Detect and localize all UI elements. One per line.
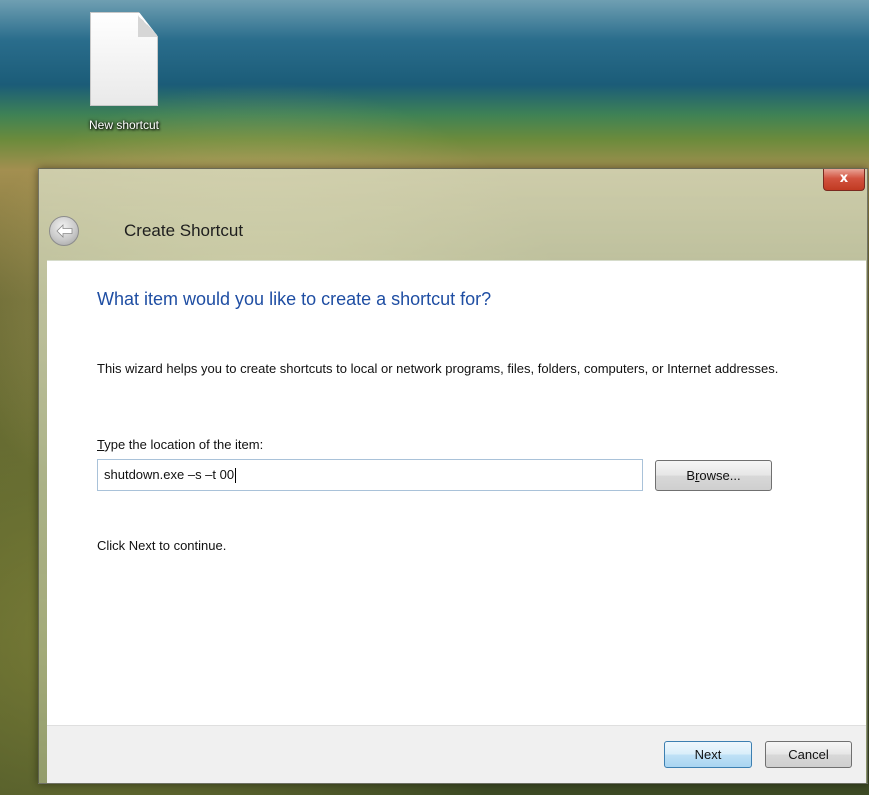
create-shortcut-window: x Create Shortcut What item would you li… <box>38 168 868 784</box>
browse-button[interactable]: Browse... <box>655 460 772 491</box>
wizard-footer: Next Cancel <box>47 725 866 783</box>
continue-instruction: Click Next to continue. <box>97 538 227 553</box>
window-title: Create Shortcut <box>124 221 244 240</box>
location-field-label: Type the location of the item: <box>97 437 263 452</box>
document-icon <box>90 12 158 106</box>
back-arrow-icon <box>56 224 73 238</box>
page-heading: What item would you like to create a sho… <box>97 289 492 309</box>
wizard-content: What item would you like to create a sho… <box>47 260 866 725</box>
back-button[interactable] <box>49 216 79 246</box>
document-fold <box>138 13 157 37</box>
browse-label-start: B <box>686 468 696 483</box>
desktop-shortcut-icon[interactable]: New shortcut <box>72 12 176 132</box>
close-button[interactable]: x <box>823 169 865 191</box>
field-label-text: ype the location of the item: <box>104 437 264 452</box>
text-caret <box>235 468 237 484</box>
next-button[interactable]: Next <box>664 741 752 768</box>
browse-label-end: owse... <box>699 468 741 483</box>
location-input-value: shutdown.exe –s –t 00 <box>104 467 235 482</box>
desktop-icon-label: New shortcut <box>88 118 160 132</box>
location-input[interactable]: shutdown.exe –s –t 00 <box>97 459 643 491</box>
wizard-description: This wizard helps you to create shortcut… <box>97 361 779 376</box>
cancel-button[interactable]: Cancel <box>765 741 852 768</box>
